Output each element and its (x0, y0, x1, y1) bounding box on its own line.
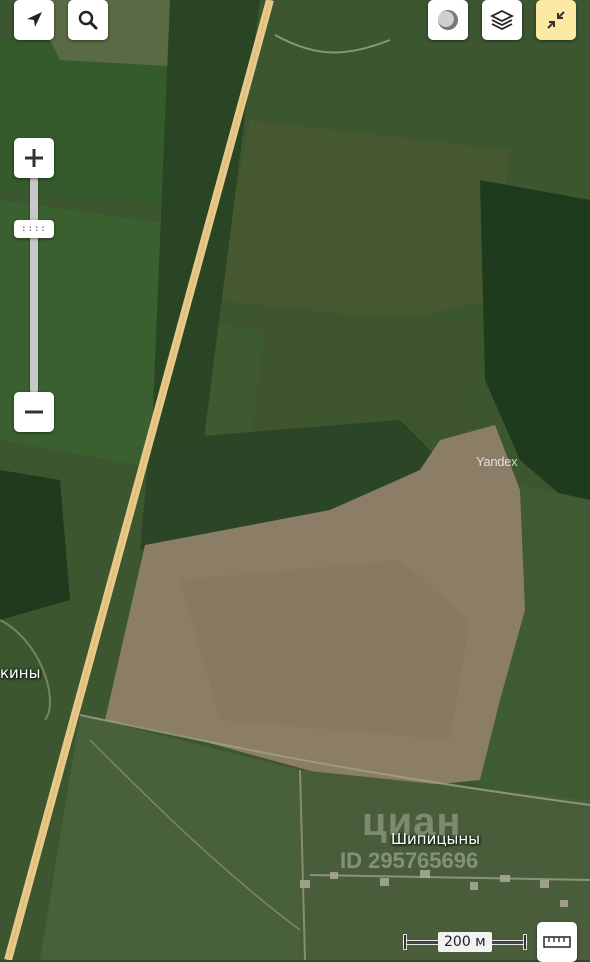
map-scale: 200 м (404, 932, 526, 952)
layers-icon (490, 9, 514, 31)
cian-watermark-id: ID 295765696 (340, 848, 479, 873)
forest-left-edge (0, 470, 70, 620)
zoom-slider-handle[interactable]: :::: (14, 220, 54, 238)
collapse-button[interactable] (536, 0, 576, 40)
zoom-slider-track[interactable] (30, 176, 38, 394)
cian-watermark-brand: циан (362, 800, 462, 844)
ruler-button[interactable] (537, 922, 577, 962)
search-button[interactable] (68, 0, 108, 40)
minus-icon (25, 410, 43, 414)
traffic-button[interactable] (428, 0, 468, 40)
traffic-circle-icon (438, 10, 458, 30)
layers-button[interactable] (482, 0, 522, 40)
satellite-map[interactable] (0, 0, 590, 960)
ruler-icon (543, 936, 571, 948)
zoom-in-button[interactable] (14, 138, 54, 178)
collapse-arrows-icon (547, 11, 565, 29)
arrow-navigation-icon (27, 12, 42, 27)
settlement-label-left: кины (0, 664, 41, 682)
scale-tick-right (524, 935, 526, 949)
search-icon (78, 10, 98, 30)
scale-tick-left (404, 935, 406, 949)
field-upper-middle (215, 120, 510, 320)
scale-label: 200 м (438, 932, 492, 952)
plus-icon (25, 149, 43, 167)
yandex-logo: Yandex (476, 454, 518, 469)
locate-button[interactable] (14, 0, 54, 40)
zoom-out-button[interactable] (14, 392, 54, 432)
field-bare-shade (180, 560, 470, 740)
